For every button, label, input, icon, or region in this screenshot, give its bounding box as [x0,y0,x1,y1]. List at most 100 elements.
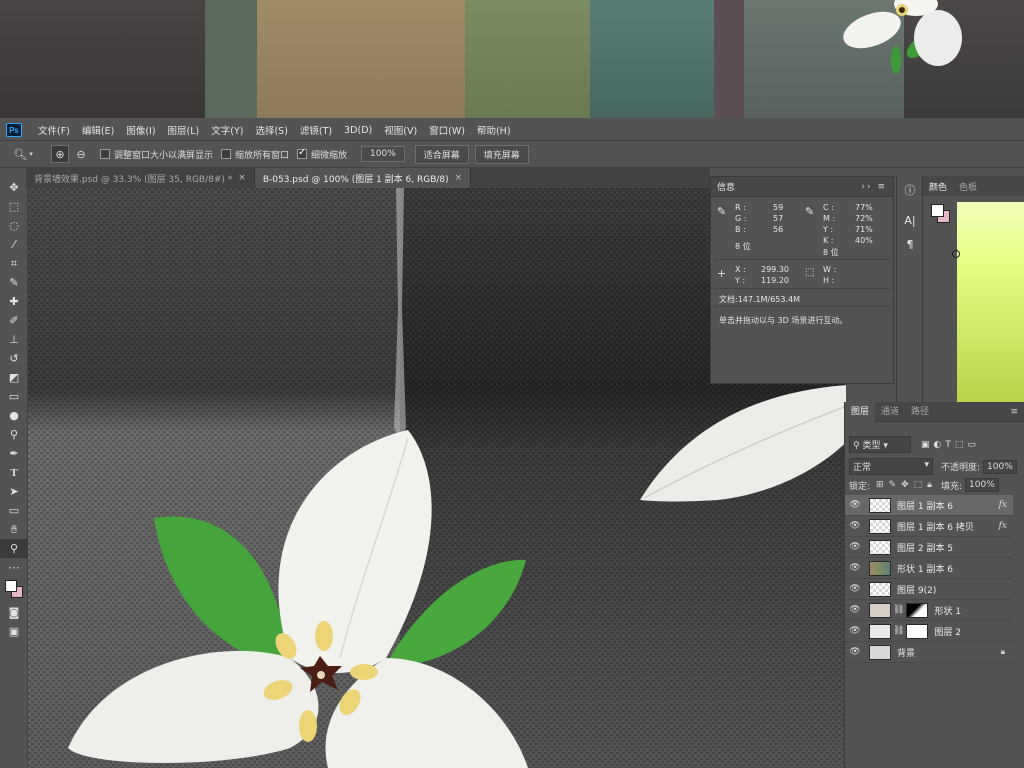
type-tool[interactable]: T [0,463,28,482]
eye-icon[interactable]: 👁︎ [845,605,865,615]
magic-wand-tool[interactable]: ⁄ [0,235,28,254]
chevron-down-icon: ▾ [883,441,888,451]
history-brush-tool[interactable]: ↺ [0,349,28,368]
menu-file[interactable]: 文件(F) [32,123,76,137]
marquee-tool[interactable]: ⬚ [0,197,28,216]
zoom-out-button[interactable]: ⊖ [72,145,90,163]
quick-mask-button[interactable]: ◙ [0,603,28,622]
tab-color[interactable]: 颜色 [923,180,953,193]
info-panel-title: 信息 [717,183,736,193]
zoom-100-button[interactable]: 100% [361,146,405,162]
dodge-tool[interactable]: ⚲ [0,425,28,444]
menu-view[interactable]: 视图(V) [378,123,423,137]
menu-type[interactable]: 文字(Y) [205,123,249,137]
info-panel-header: 信息 ›› ≡ [711,177,893,197]
layers-panel-tabs: 图层 通道 路径 ≡ [845,401,1024,422]
menu-filter[interactable]: 滤镜(T) [294,123,338,137]
selection-size-icon: ⬚ [805,267,815,278]
eye-icon[interactable]: 👁︎ [845,584,865,594]
layer-filter-select[interactable]: ⚲ 类型 ▾ [849,436,911,453]
layer-row[interactable]: 👁︎ 图层 2 副本 5 [845,537,1013,558]
layer-thumbnail [869,644,891,660]
eye-icon[interactable]: 👁︎ [845,521,865,531]
clone-stamp-tool[interactable]: ⊥ [0,330,28,349]
rectangle-tool[interactable]: ▭ [0,501,28,520]
eye-icon[interactable]: 👁︎ [845,542,865,552]
opacity-input[interactable]: 100% [983,459,1017,474]
menu-3d[interactable]: 3D(D) [338,125,378,136]
tab-background-wall[interactable]: 背景墙效果.psd @ 33.3% (图层 35, RGB/8#) * × [26,168,255,188]
panel-menu-icon[interactable]: ›› ≡ [861,182,887,192]
layer-row[interactable]: 👁︎ ⛓ 图层 2 [845,621,1013,642]
fill-screen-button[interactable]: 填充屏幕 [474,144,529,164]
layer-row[interactable]: 👁︎ 图层 9(2) [845,579,1013,600]
brush-tool[interactable]: ✐ [0,311,28,330]
type-icon: T [10,466,18,479]
tab-b053[interactable]: B-053.psd @ 100% (图层 1 副本 6, RGB/8) × [254,168,472,188]
gradient-tool[interactable]: ▭ [0,387,28,406]
more-tools[interactable]: ⋯ [0,558,28,577]
resize-windows-option[interactable]: 调整窗口大小以满屏显示 [100,148,213,161]
layer-row[interactable]: 👁︎ 形状 1 副本 6 [845,558,1013,579]
tool-preset-picker[interactable]: 🔍︎ ▾ [10,145,36,163]
blur-tool[interactable]: ● [0,406,28,425]
close-icon[interactable]: × [455,173,463,183]
menu-image[interactable]: 图像(I) [120,123,161,137]
menu-help[interactable]: 帮助(H) [471,123,517,137]
tab-channels[interactable]: 通道 [875,402,905,422]
zoom-tool[interactable]: ⚲ [0,539,28,558]
hand-tool[interactable]: ✋︎ [0,520,28,539]
menu-layer[interactable]: 图层(L) [162,123,206,137]
layer-name: 背景 [897,648,916,659]
lock-icons[interactable]: ⊞✎✥⬚🔒︎ [876,480,937,490]
zoom-all-checkbox[interactable] [221,149,232,159]
crop-tool[interactable]: ⌗ [0,254,28,273]
color-picker-handle[interactable] [952,250,960,258]
fill-input[interactable]: 100% [965,478,999,492]
eye-icon[interactable]: 👁︎ [845,563,865,573]
screen-mode-icon: ▣ [8,625,20,638]
pen-tool[interactable]: ✒ [0,444,28,463]
healing-brush-tool[interactable]: ✚ [0,292,28,311]
character-panel-button[interactable]: A| [899,210,921,230]
paragraph-panel-button[interactable]: ¶ [899,234,921,254]
tab-swatches[interactable]: 色板 [953,180,983,193]
tab-layers[interactable]: 图层 [845,401,876,422]
lasso-tool[interactable]: ◌ [0,216,28,235]
menu-select[interactable]: 选择(S) [249,123,293,137]
scrubby-zoom-checkbox[interactable] [297,147,308,159]
layer-row[interactable]: 👁︎ 图层 1 副本 6 fx [845,495,1013,516]
fx-icon[interactable]: fx [999,500,1007,510]
fit-screen-button[interactable]: 适合屏幕 [414,144,469,164]
color-swatches[interactable] [0,577,27,603]
close-icon[interactable]: × [238,173,246,183]
resize-windows-checkbox[interactable] [100,149,110,159]
eye-icon[interactable]: 👁︎ [845,500,865,510]
eyedropper-tool[interactable]: ✎ [0,273,28,292]
screen-mode-button[interactable]: ▣ [0,622,28,641]
menu-edit[interactable]: 编辑(E) [76,123,120,137]
y-label: Y : [735,276,746,285]
blend-mode-select[interactable]: 正常 ▾ [849,458,933,475]
panel-menu-icon[interactable]: ≡ [1010,407,1018,417]
color-spectrum[interactable] [952,202,1024,402]
info-panel-button[interactable]: ⓘ [899,180,921,200]
path-selection-tool[interactable]: ➤ [0,482,28,501]
scrubby-zoom-option[interactable]: 细微缩放 [297,147,347,161]
lock-icon: 🔒︎ [1000,647,1005,656]
fx-icon[interactable]: fx [999,521,1007,531]
move-tool[interactable]: ✥ [0,178,28,197]
layer-row[interactable]: 👁︎ ⛓ 形状 1 [845,600,1013,621]
zoom-all-option[interactable]: 缩放所有窗口 [221,148,289,161]
foreground-color-swatch[interactable] [5,580,17,592]
tab-paths[interactable]: 路径 [905,402,935,422]
layer-row[interactable]: 👁︎ 图层 1 副本 6 拷贝 fx [845,516,1013,537]
eye-icon[interactable]: 👁︎ [845,647,865,657]
filter-type-icons[interactable]: ▣◐T⬚▭ [921,440,980,450]
layer-row[interactable]: 👁︎ 背景 🔒︎ [845,642,1013,663]
foreground-color-swatch[interactable] [931,204,944,217]
zoom-in-button[interactable]: ⊕ [51,145,69,163]
eye-icon[interactable]: 👁︎ [845,626,865,636]
eraser-tool[interactable]: ◩ [0,368,28,387]
menu-window[interactable]: 窗口(W) [423,123,471,137]
